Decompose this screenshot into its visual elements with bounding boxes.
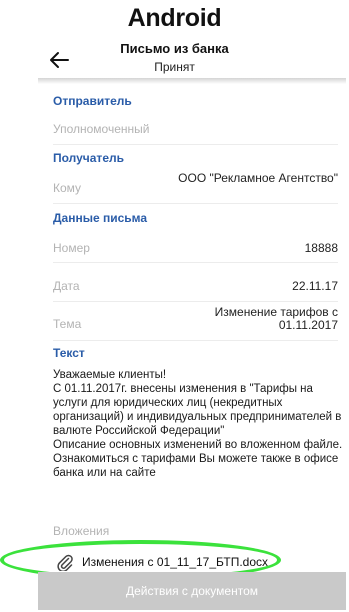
number-label: Номер (53, 241, 90, 255)
number-value: 18888 (304, 241, 338, 255)
attachments-label: Вложения (53, 524, 110, 538)
sender-role: Уполномоченный (53, 122, 150, 136)
date-label: Дата (53, 279, 80, 293)
page-title: Письмо из банка (120, 41, 229, 56)
platform-label: Android (127, 4, 222, 32)
paperclip-icon (57, 554, 73, 571)
text-section-title: Текст (53, 346, 85, 360)
divider (53, 144, 338, 145)
divider (53, 262, 338, 263)
recipient-section-title: Получатель (53, 151, 124, 165)
date-value: 22.11.17 (292, 279, 338, 293)
message-body: Уважаемые клиенты! С 01.11.2017г. внесен… (53, 369, 343, 479)
recipient-to-value: ООО "Рекламное Агентство" (178, 171, 338, 185)
letter-details[interactable]: Отправитель Уполномоченный Получатель Ко… (38, 84, 346, 612)
subject-value: Изменение тарифов с 01.11.2017 (214, 305, 338, 332)
sender-section-title: Отправитель (53, 94, 132, 108)
divider (53, 301, 338, 302)
attachment-name: Изменения с 01_11_17_БТП.docx (82, 555, 268, 569)
letter-data-section-title: Данные письма (53, 211, 148, 225)
document-actions-button[interactable]: Действия с документом (38, 572, 346, 610)
status-text: Принят (154, 60, 195, 74)
recipient-to-label: Кому (53, 181, 82, 195)
divider (53, 203, 338, 204)
subject-label: Тема (53, 317, 82, 331)
divider (53, 340, 338, 341)
